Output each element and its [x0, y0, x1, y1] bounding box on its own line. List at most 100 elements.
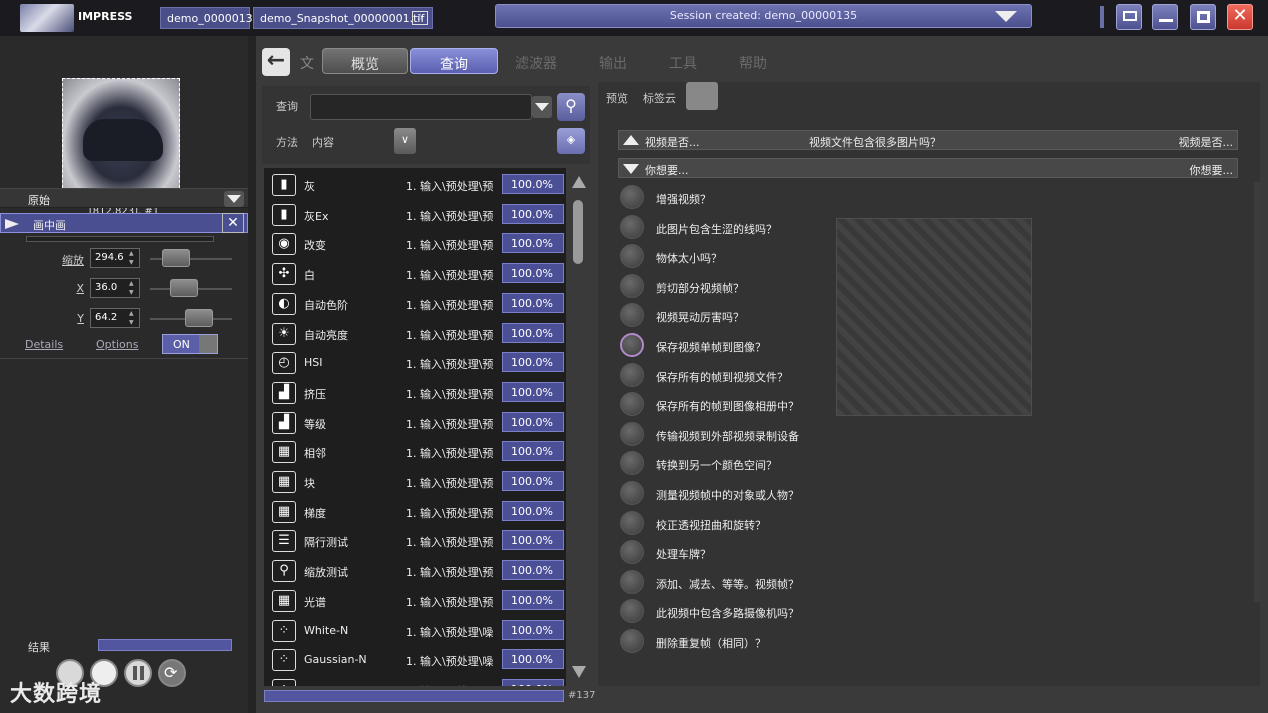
method-dropdown[interactable]: ∨: [394, 128, 416, 154]
filter-percent[interactable]: 100.0%: [502, 500, 564, 521]
splitter[interactable]: [248, 36, 256, 713]
param-zoom-label[interactable]: 缩放: [0, 252, 84, 268]
radio-button[interactable]: [620, 451, 644, 476]
original-row[interactable]: 原始: [0, 188, 248, 208]
filter-percent[interactable]: 100.0%: [502, 649, 564, 670]
question-item[interactable]: 此视频中包含多路摄像机吗？: [618, 596, 1238, 626]
arrow-down-icon[interactable]: [572, 666, 586, 678]
y-spinner[interactable]: 64.2 ▲ ▼: [90, 308, 140, 328]
radio-button[interactable]: [620, 244, 644, 269]
options-link[interactable]: Options: [96, 338, 138, 351]
tab-file-menu[interactable]: 文: [296, 48, 318, 74]
query-input[interactable]: [310, 94, 532, 120]
filter-percent[interactable]: 100.0%: [502, 203, 564, 224]
minimize-button[interactable]: [1152, 4, 1178, 30]
radio-button[interactable]: [620, 540, 644, 565]
filter-percent[interactable]: 100.0%: [502, 560, 564, 581]
filter-percent[interactable]: 100.0%: [502, 233, 564, 254]
close-button[interactable]: ✕: [1227, 4, 1253, 30]
filter-percent[interactable]: 100.0%: [502, 174, 564, 194]
question-item[interactable]: 测量视频帧中的对象或人物？: [618, 478, 1238, 508]
radio-button[interactable]: [620, 273, 644, 298]
radio-button[interactable]: [620, 333, 644, 357]
preview-thumbnail[interactable]: [62, 78, 180, 198]
tab-output[interactable]: 输出: [586, 48, 640, 74]
question-item[interactable]: 保存视频单帧到图像？: [618, 330, 1238, 360]
question-item[interactable]: 处理车牌？: [618, 537, 1238, 567]
chevron-down-icon[interactable]: [995, 11, 1017, 22]
on-toggle[interactable]: ON: [162, 334, 218, 354]
filter-row[interactable]: ◉ 改变 1. 输入\预处理\预 100.0%: [264, 229, 566, 259]
question-item[interactable]: 转换到另一个颜色空间？: [618, 448, 1238, 478]
filter-percent[interactable]: 100.0%: [502, 411, 564, 432]
search-button[interactable]: ⚲: [557, 93, 585, 121]
x-spinner[interactable]: 36.0 ▲ ▼: [90, 278, 140, 298]
question-item[interactable]: 保存所有的帧到图像相册中？: [618, 389, 1238, 419]
question-item[interactable]: 传输视频到外部视频录制设备: [618, 419, 1238, 449]
tab-case[interactable]: demo_00000135: [160, 7, 260, 29]
radio-button[interactable]: [620, 185, 644, 209]
filter-percent[interactable]: 100.0%: [502, 619, 564, 640]
tab-filters[interactable]: 滤波器: [506, 48, 566, 74]
filter-percent[interactable]: 100.0%: [502, 678, 564, 686]
filter-row[interactable]: ⚲ 缩放测试 1. 输入\预处理\预 100.0%: [264, 556, 566, 586]
monitor-button[interactable]: [1116, 4, 1142, 30]
chevron-down-icon[interactable]: [224, 191, 244, 207]
filter-row[interactable]: ▟ 挤压 1. 输入\预处理\预 100.0%: [264, 378, 566, 408]
toggle-knob[interactable]: [199, 335, 217, 353]
filter-row[interactable]: ⁘ White-N 1. 输入\预处理\噪 100.0%: [264, 616, 566, 646]
zoom-slider-knob[interactable]: [162, 249, 190, 267]
param-x-label[interactable]: X: [0, 282, 84, 295]
radio-button[interactable]: [620, 510, 644, 535]
star-icon[interactable]: ☆: [412, 11, 428, 25]
x-slider-knob[interactable]: [170, 279, 198, 297]
filter-row[interactable]: ▦ 块 1. 输入\预处理\预 100.0%: [264, 467, 566, 497]
filter-percent[interactable]: 100.0%: [502, 471, 564, 491]
radio-button[interactable]: [620, 481, 644, 505]
question-item[interactable]: 此图片包含生涩的线吗？: [618, 212, 1238, 242]
filter-row[interactable]: ▦ 梯度 1. 输入\预处理\预 100.0%: [264, 497, 566, 527]
tab-overview[interactable]: 概览: [322, 48, 408, 74]
radio-button[interactable]: [620, 599, 644, 624]
query-dropdown[interactable]: [532, 96, 552, 118]
filter-row[interactable]: ▮ 灰Ex 1. 输入\预处理\预 100.0%: [264, 200, 566, 230]
back-button[interactable]: ←: [262, 48, 290, 76]
tab-help[interactable]: 帮助: [726, 48, 780, 74]
filter-percent[interactable]: 100.0%: [502, 530, 564, 551]
filter-row[interactable]: ⁘... 1. 输入\预处理\噪 100.0%: [264, 675, 566, 686]
layers-button[interactable]: ◈: [557, 128, 585, 154]
maximize-button[interactable]: [1190, 4, 1216, 30]
method-value[interactable]: 内容: [312, 134, 334, 150]
question-item[interactable]: 校正透视扭曲和旋转？: [618, 508, 1238, 538]
radio-button[interactable]: [620, 569, 644, 594]
filter-row[interactable]: ◐ 自动色阶 1. 输入\预处理\预 100.0%: [264, 289, 566, 319]
question-item[interactable]: 添加、减去、等等。视频帧？: [618, 567, 1238, 597]
pip-close-button[interactable]: ✕: [222, 213, 244, 233]
accordion-video[interactable]: 视频是否... 视频文件包含很多图片吗？ 视频是否...: [618, 130, 1238, 150]
filter-percent[interactable]: 100.0%: [502, 441, 564, 462]
question-item[interactable]: 保存所有的帧到视频文件？: [618, 360, 1238, 390]
radio-button[interactable]: [620, 303, 644, 328]
session-bar[interactable]: Session created: demo_00000135: [495, 4, 1032, 28]
arrow-down-icon[interactable]: ▼: [129, 319, 137, 327]
filter-row[interactable]: ⁘ Gaussian-N 1. 输入\预处理\噪 100.0%: [264, 645, 566, 675]
pause-button[interactable]: [124, 659, 152, 687]
param-y-label[interactable]: Y: [0, 312, 84, 325]
filter-percent[interactable]: 100.0%: [502, 322, 564, 343]
tab-file[interactable]: demo_Snapshot_00000001.tif ☆: [253, 7, 433, 29]
tab-tools[interactable]: 工具: [656, 48, 710, 74]
arrow-up-icon[interactable]: [572, 176, 586, 188]
filter-row[interactable]: ◴ HSI 1. 输入\预处理\预 100.0%: [264, 348, 566, 378]
filter-percent[interactable]: 100.0%: [502, 589, 564, 610]
scroll-thumb[interactable]: [573, 200, 583, 264]
question-item[interactable]: 剪切部分视频帧？: [618, 271, 1238, 301]
zoom-spinner[interactable]: 294.6 ▲ ▼: [90, 248, 140, 268]
question-item[interactable]: 增强视频？: [618, 182, 1238, 212]
filter-scrollbar[interactable]: [568, 176, 588, 682]
filter-row[interactable]: ✣ 白 1. 输入\预处理\预 100.0%: [264, 259, 566, 289]
tab-tag-cloud[interactable]: 标签云: [643, 90, 676, 106]
arrow-down-icon[interactable]: ▼: [129, 259, 137, 267]
radio-button[interactable]: [620, 421, 644, 446]
question-scrollbar[interactable]: [1254, 182, 1260, 602]
radio-button[interactable]: [620, 629, 644, 653]
